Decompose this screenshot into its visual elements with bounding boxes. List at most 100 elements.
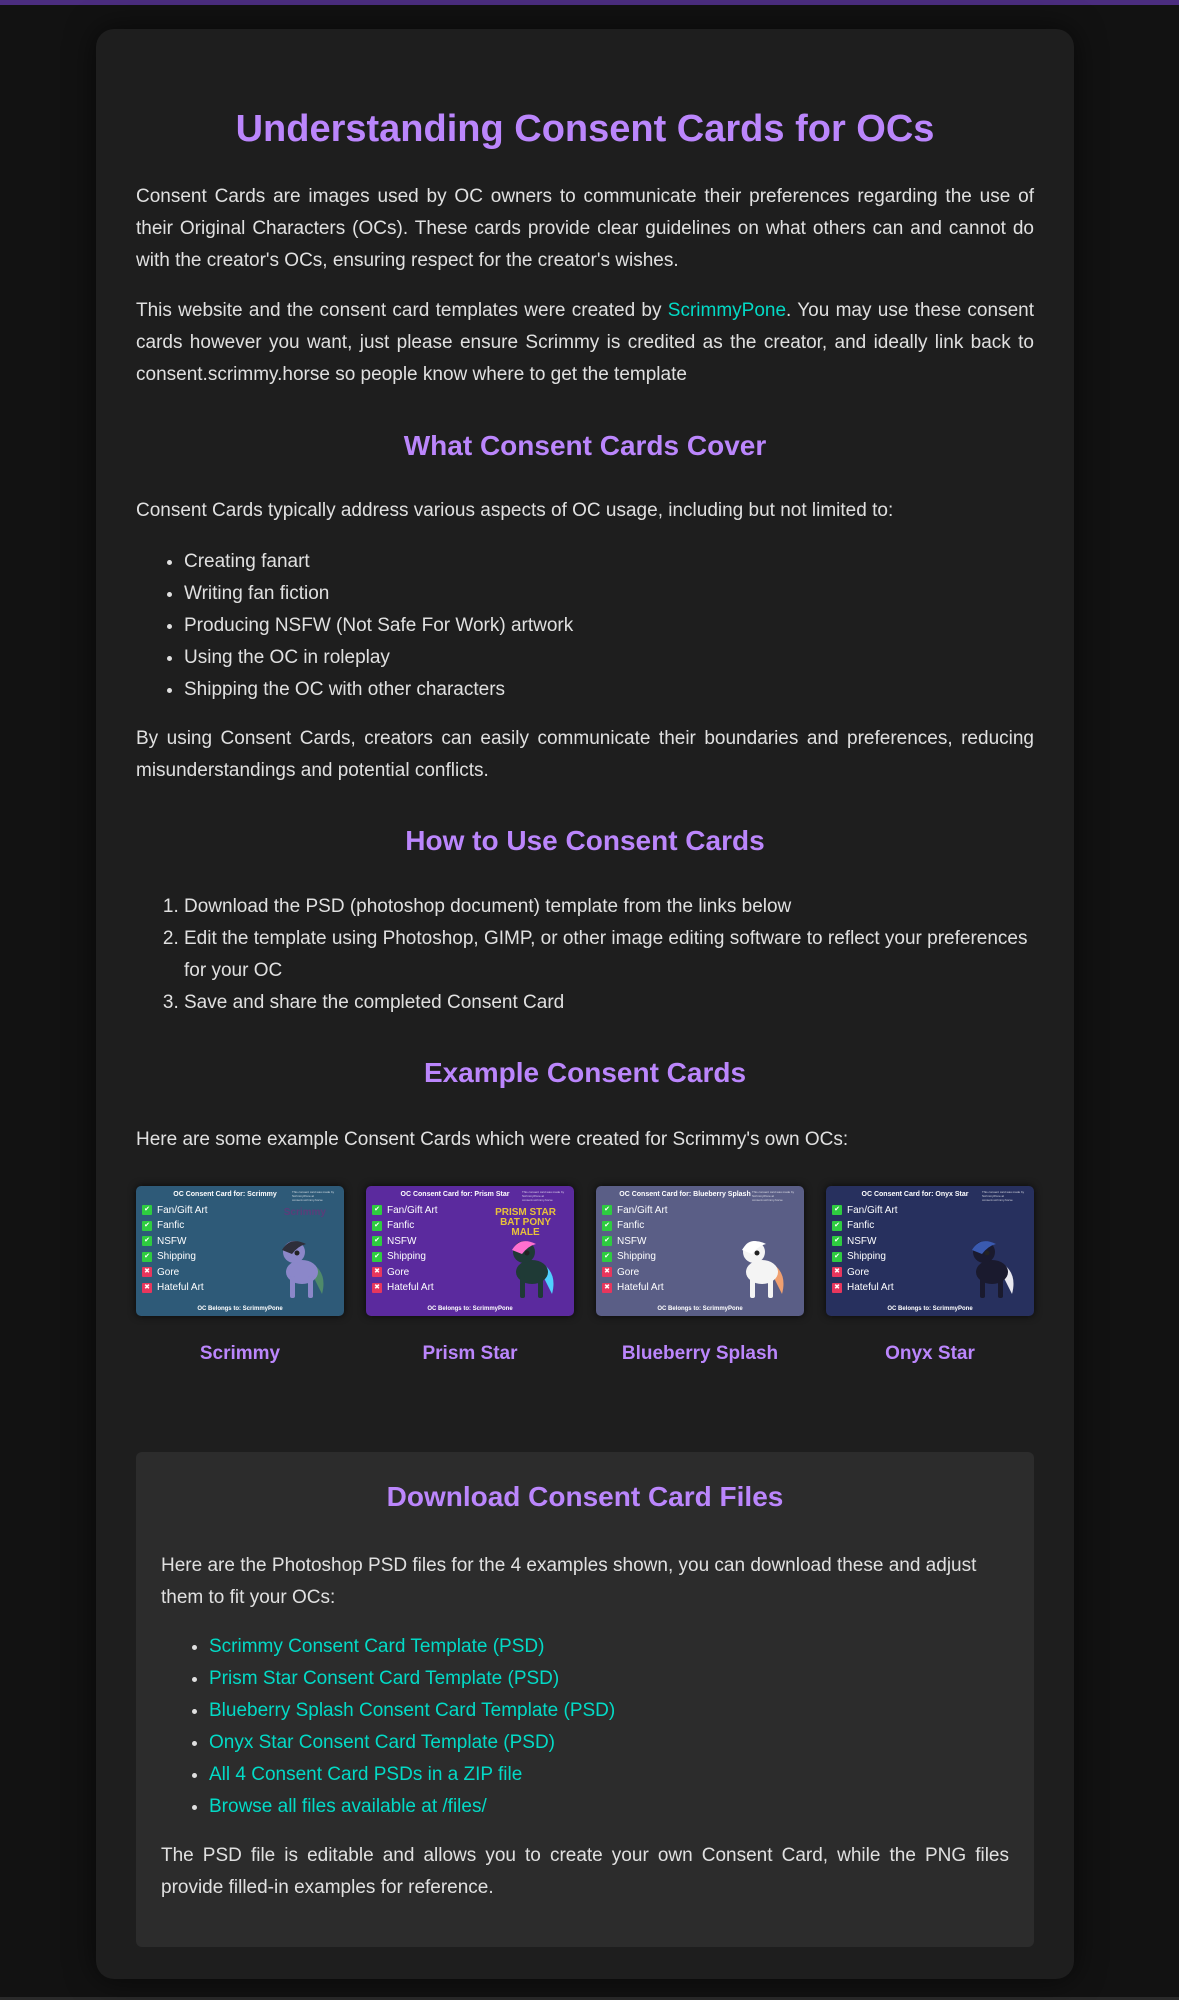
download-link-onyx-star[interactable]: Onyx Star Consent Card Template (PSD): [209, 1732, 555, 1753]
download-link-prism-star[interactable]: Prism Star Consent Card Template (PSD): [209, 1668, 559, 1689]
example-name-link[interactable]: Prism Star: [366, 1343, 574, 1365]
example-card-scrimmy: OC Consent Card for: Scrimmy This consent…: [136, 1186, 344, 1365]
list-item: Using the OC in roleplay: [184, 642, 1034, 674]
check-icon: ✔: [832, 1251, 842, 1262]
card-row-label: Fan/Gift Art: [617, 1204, 668, 1216]
downloads-intro: Here are the Photoshop PSD files for the…: [161, 1554, 977, 1608]
scrimmypone-link[interactable]: ScrimmyPone: [668, 300, 786, 321]
card-footer: OC Belongs to: ScrimmyPone: [657, 1306, 743, 1313]
cross-icon: ✖: [372, 1282, 382, 1293]
section-heading-examples: Example Consent Cards: [423, 1056, 747, 1088]
card-row-label: Fanfic: [157, 1220, 185, 1232]
check-icon: ✔: [602, 1220, 612, 1231]
list-item: Creating fanart: [184, 546, 1034, 578]
check-icon: ✔: [602, 1251, 612, 1262]
cover-outro: By using Consent Cards, creators can eas…: [136, 728, 1034, 782]
card-row-label: Fanfic: [617, 1220, 645, 1232]
card-row-label: NSFW: [617, 1235, 647, 1247]
check-icon: ✔: [372, 1236, 382, 1247]
example-card-prism-star: OC Consent Card for: Prism Star This cons…: [366, 1186, 574, 1365]
card-row-label: Fan/Gift Art: [387, 1204, 438, 1216]
card-row-label: Fanfic: [387, 1220, 415, 1232]
card-row-label: Gore: [387, 1266, 410, 1278]
download-item: Blueberry Splash Consent Card Template (…: [209, 1695, 1009, 1727]
examples-intro: Here are some example Consent Cards whic…: [136, 1129, 849, 1151]
download-link-blueberry-splash[interactable]: Blueberry Splash Consent Card Template (…: [209, 1700, 615, 1721]
cross-icon: ✖: [832, 1267, 842, 1278]
card-row-label: Shipping: [157, 1251, 196, 1263]
card-note: This consent card was made by ScrimmyPon…: [752, 1190, 795, 1203]
card-row-label: Gore: [157, 1266, 180, 1278]
consent-card-image[interactable]: OC Consent Card for: Prism Star This cons…: [366, 1186, 574, 1317]
consent-card-image[interactable]: OC Consent Card for: Onyx Star This conse…: [826, 1186, 1034, 1317]
download-section: Download Consent Card Files Here are the…: [136, 1452, 1034, 1948]
card-row-label: Shipping: [617, 1251, 656, 1263]
card-row: ✔ Fanfic: [142, 1218, 338, 1234]
card-row-label: NSFW: [847, 1235, 877, 1247]
cover-intro: Consent Cards typically address various …: [136, 500, 894, 522]
intro-paragraph: Consent Cards are images used by OC owne…: [136, 185, 1034, 271]
cross-icon: ✖: [832, 1282, 842, 1293]
check-icon: ✔: [832, 1205, 842, 1216]
example-name-link[interactable]: Blueberry Splash: [596, 1343, 804, 1365]
list-item: Writing fan fiction: [184, 578, 1034, 610]
check-icon: ✔: [142, 1220, 152, 1231]
check-icon: ✔: [832, 1236, 842, 1247]
card-row-label: Fanfic: [847, 1220, 875, 1232]
card-footer: OC Belongs to: ScrimmyPone: [887, 1306, 973, 1313]
downloads-list: Scrimmy Consent Card Template (PSD) Pris…: [161, 1631, 1009, 1823]
consent-card-image[interactable]: OC Consent Card for: Blueberry Splash Thi…: [596, 1186, 804, 1317]
card-note: This consent card was made by ScrimmyPon…: [522, 1190, 565, 1203]
card-footer: OC Belongs to: ScrimmyPone: [197, 1306, 283, 1313]
credit-paragraph: This website and the consent card templa…: [136, 295, 1034, 391]
check-icon: ✔: [602, 1236, 612, 1247]
step-item: Save and share the completed Consent Car…: [184, 987, 1034, 1019]
cross-icon: ✖: [602, 1282, 612, 1293]
pony-illustration-icon: [282, 1241, 324, 1299]
cross-icon: ✖: [602, 1267, 612, 1278]
example-card-blueberry-splash: OC Consent Card for: Blueberry Splash Thi…: [596, 1186, 804, 1365]
check-icon: ✔: [372, 1220, 382, 1231]
card-row-label: Shipping: [387, 1251, 426, 1263]
step-item: Edit the template using Photoshop, GIMP,…: [184, 923, 1034, 987]
card-row: ✔ Fanfic: [602, 1218, 798, 1234]
card-logo: Scrimmy: [283, 1207, 326, 1219]
download-link-zip[interactable]: All 4 Consent Card PSDs in a ZIP file: [209, 1764, 522, 1785]
browse-files-link[interactable]: Browse all files available at /files/: [209, 1796, 487, 1817]
download-link-scrimmy[interactable]: Scrimmy Consent Card Template (PSD): [209, 1636, 544, 1657]
page-title: Understanding Consent Cards for OCs: [235, 108, 935, 150]
card-row-label: Fan/Gift Art: [157, 1204, 208, 1216]
section-heading-how: How to Use Consent Cards: [405, 825, 765, 857]
section-heading-downloads: Download Consent Card Files: [386, 1481, 784, 1513]
cross-icon: ✖: [142, 1267, 152, 1278]
credit-text-before: This website and the consent card templa…: [136, 299, 668, 321]
list-item: Shipping the OC with other characters: [184, 674, 1034, 706]
check-icon: ✔: [142, 1205, 152, 1216]
card-row-label: Hateful Art: [617, 1282, 664, 1294]
step-item: Download the PSD (photoshop document) te…: [184, 891, 1034, 923]
download-item: All 4 Consent Card PSDs in a ZIP file: [209, 1759, 1009, 1791]
pony-illustration-icon: [742, 1241, 784, 1299]
cover-list: Creating fanart Writing fan fiction Prod…: [136, 546, 1034, 706]
card-row-label: Gore: [847, 1266, 870, 1278]
check-icon: ✔: [602, 1205, 612, 1216]
card-row: ✔ Fan/Gift Art: [832, 1202, 1028, 1218]
example-name-link[interactable]: Onyx Star: [826, 1343, 1034, 1365]
card-row-label: NSFW: [157, 1235, 187, 1247]
list-item: Producing NSFW (Not Safe For Work) artwo…: [184, 610, 1034, 642]
downloads-note: The PSD file is editable and allows you …: [161, 1844, 1009, 1898]
card-note: This consent card was made by ScrimmyPon…: [982, 1190, 1025, 1203]
card-row-label: Fan/Gift Art: [847, 1204, 898, 1216]
check-icon: ✔: [372, 1205, 382, 1216]
card-row-label: Hateful Art: [157, 1282, 204, 1294]
main-container: Understanding Consent Cards for OCs Cons…: [96, 29, 1074, 1979]
pony-illustration-icon: [512, 1241, 554, 1299]
consent-card-image[interactable]: OC Consent Card for: Scrimmy This consent…: [136, 1186, 344, 1317]
check-icon: ✔: [832, 1220, 842, 1231]
check-icon: ✔: [142, 1251, 152, 1262]
example-name-link[interactable]: Scrimmy: [136, 1343, 344, 1365]
card-footer: OC Belongs to: ScrimmyPone: [427, 1306, 513, 1313]
example-card-onyx-star: OC Consent Card for: Onyx Star This conse…: [826, 1186, 1034, 1365]
download-item: Onyx Star Consent Card Template (PSD): [209, 1727, 1009, 1759]
pony-illustration-icon: [972, 1241, 1014, 1299]
